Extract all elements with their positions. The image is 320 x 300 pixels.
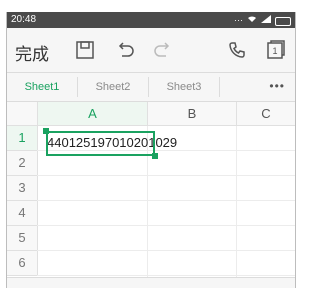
- signal-icon: [261, 13, 271, 27]
- tab-sheet2[interactable]: Sheet2: [78, 73, 148, 101]
- selection-handle-bottom-right[interactable]: [152, 153, 158, 159]
- done-button[interactable]: 完成: [15, 40, 49, 65]
- row-header-3[interactable]: 3: [7, 176, 38, 201]
- selection-handle-top-left[interactable]: [43, 128, 49, 134]
- wifi-icon: [247, 13, 257, 27]
- grid-line: [236, 126, 237, 288]
- spreadsheet-grid[interactable]: A B C 1 2 3 4 5 6 440125197010201029: [7, 102, 295, 288]
- navigation-bar: [7, 277, 295, 288]
- grid-corner[interactable]: [7, 102, 38, 126]
- row-header-4[interactable]: 4: [7, 201, 38, 226]
- page-number: 1: [272, 46, 277, 56]
- redo-icon[interactable]: [151, 38, 175, 62]
- row-header-6[interactable]: 6: [7, 251, 38, 276]
- phone-icon[interactable]: [225, 38, 249, 62]
- grid-line: [37, 250, 295, 251]
- grid-line: [147, 126, 148, 288]
- more-tabs-button[interactable]: •••: [269, 79, 285, 93]
- column-header-c[interactable]: C: [237, 102, 295, 126]
- row-header-1[interactable]: 1: [7, 126, 38, 151]
- tab-sheet3[interactable]: Sheet3: [149, 73, 219, 101]
- grid-line: [37, 175, 295, 176]
- column-header-a[interactable]: A: [38, 102, 148, 126]
- toolbar: 完成 1: [7, 28, 295, 73]
- save-icon[interactable]: [73, 38, 97, 62]
- grid-line: [37, 225, 295, 226]
- dots-icon: ···: [234, 15, 243, 25]
- phone-screen: 20:48 ··· 完成 1 Sheet1 Sheet2 Sheet3 ••• …: [6, 12, 296, 288]
- undo-icon[interactable]: [113, 38, 137, 62]
- status-icons: ···: [234, 13, 291, 27]
- tab-divider: [219, 77, 220, 97]
- tab-sheet1[interactable]: Sheet1: [7, 73, 77, 101]
- sheet-tabs: Sheet1 Sheet2 Sheet3 •••: [7, 73, 295, 102]
- page-icon[interactable]: 1: [263, 38, 287, 62]
- status-bar: 20:48 ···: [7, 12, 295, 28]
- battery-icon: [275, 16, 291, 26]
- grid-line: [37, 275, 295, 276]
- grid-line: [37, 200, 295, 201]
- row-header-2[interactable]: 2: [7, 151, 38, 176]
- status-time: 20:48: [11, 14, 37, 25]
- row-header-5[interactable]: 5: [7, 226, 38, 251]
- cell-a1[interactable]: 440125197010201029: [47, 135, 177, 150]
- column-header-b[interactable]: B: [148, 102, 237, 126]
- grid-line: [37, 150, 295, 151]
